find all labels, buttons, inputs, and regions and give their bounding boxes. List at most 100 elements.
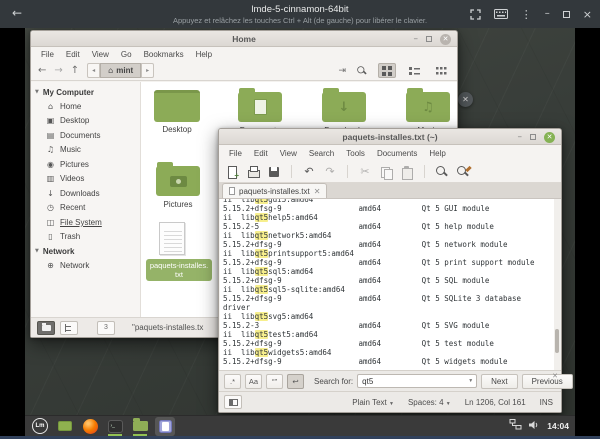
sidebar-item-videos[interactable]: ▥Videos <box>31 172 140 187</box>
menu-view[interactable]: View <box>274 147 303 160</box>
back-arrow-icon[interactable]: ← <box>12 6 22 20</box>
sidebar-item-home[interactable]: ⌂Home <box>31 99 140 114</box>
next-button[interactable]: Next <box>481 374 517 389</box>
menu-view[interactable]: View <box>86 48 115 61</box>
zoom-level-button[interactable]: 3 <box>97 321 115 335</box>
fullscreen-icon[interactable] <box>470 9 481 20</box>
sidebar-item-network[interactable]: ⊕Network <box>31 258 140 273</box>
editor-text-area[interactable]: ii libqt5gui5:amd645.15.2+dfsg-9 amd64 Q… <box>220 199 560 370</box>
desktop-folder-icon[interactable] <box>154 90 200 122</box>
find-replace-icon[interactable] <box>456 165 470 179</box>
search-bar-close-icon[interactable]: ✕ <box>552 372 558 380</box>
cut-icon[interactable]: ✂ <box>358 165 372 179</box>
volume-tray-icon[interactable] <box>529 417 540 435</box>
vm-minimize-button[interactable]: – <box>545 9 550 19</box>
search-input[interactable] <box>357 374 477 388</box>
back-button[interactable]: ← <box>38 65 46 76</box>
minimize-button[interactable]: – <box>518 135 523 139</box>
view-list-button[interactable] <box>405 63 423 78</box>
menu-search[interactable]: Search <box>303 147 340 160</box>
tab-paquets-installes[interactable]: paquets-installes.txt ✕ <box>222 183 327 198</box>
view-compact-button[interactable] <box>432 63 450 78</box>
previous-button[interactable]: Previous <box>522 374 573 389</box>
sidebar-item-recent[interactable]: ◷Recent <box>31 201 140 216</box>
menu-kebab-icon[interactable]: ⋮ <box>521 9 532 20</box>
file-manager-titlebar[interactable]: Home – ✕ <box>31 31 457 47</box>
text-editor-window-button[interactable] <box>155 417 175 436</box>
mint-menu-button[interactable]: Lm <box>30 417 50 436</box>
match-case-button[interactable]: Aa <box>245 374 262 389</box>
show-desktop-button[interactable] <box>55 417 75 436</box>
wrap-around-button[interactable]: ↩ <box>287 374 304 389</box>
vm-close-button[interactable]: × <box>583 9 592 20</box>
scrollbar-thumb[interactable] <box>555 329 559 353</box>
whole-word-button[interactable]: “” <box>266 374 283 389</box>
redo-icon[interactable]: ↷ <box>323 165 337 179</box>
sidebar-item-file-system[interactable]: ◫File System <box>31 215 140 230</box>
menu-go[interactable]: Go <box>115 48 138 61</box>
terminal-window-button[interactable]: ›_ <box>105 417 125 436</box>
language-selector[interactable]: Plain Text ▼ <box>352 398 394 407</box>
music-folder-icon[interactable]: ♫ <box>406 92 450 122</box>
menu-bookmarks[interactable]: Bookmarks <box>138 48 190 61</box>
downloads-folder-icon[interactable]: ↓ <box>322 92 366 122</box>
panel-clock[interactable]: 14:04 <box>547 421 569 431</box>
menu-edit[interactable]: Edit <box>248 147 274 160</box>
firefox-launcher[interactable] <box>80 417 100 436</box>
sidebar-item-trash[interactable]: ▯Trash <box>31 230 140 245</box>
forward-button[interactable]: → <box>54 65 62 76</box>
menu-file[interactable]: File <box>35 48 60 61</box>
save-icon[interactable] <box>267 165 281 179</box>
sidebar-section-my-computer[interactable]: ▼My Computer <box>31 85 140 99</box>
breadcrumb-home[interactable]: ⌂ mint <box>100 63 141 78</box>
files-window-button[interactable] <box>130 417 150 436</box>
breadcrumb-left-icon[interactable]: ◂ <box>87 63 100 78</box>
toggle-places-button[interactable] <box>37 321 55 335</box>
menu-documents[interactable]: Documents <box>371 147 423 160</box>
keyboard-icon[interactable] <box>494 9 508 19</box>
sidebar-item-desktop[interactable]: ▣Desktop <box>31 114 140 129</box>
tab-close-icon[interactable]: ✕ <box>314 187 321 196</box>
menu-edit[interactable]: Edit <box>60 48 86 61</box>
view-grid-button[interactable] <box>378 63 396 78</box>
vm-maximize-button[interactable] <box>563 11 570 18</box>
selected-file-icon[interactable] <box>159 222 185 255</box>
location-entry-toggle-icon[interactable]: ⇥ <box>338 66 346 76</box>
sidebar-item-pictures[interactable]: ◉Pictures <box>31 157 140 172</box>
sidebar-section-network[interactable]: ▼Network <box>31 244 140 258</box>
search-icon[interactable] <box>356 65 367 76</box>
search-history-dropdown-icon[interactable]: ▼ <box>468 378 473 384</box>
menu-tools[interactable]: Tools <box>340 147 371 160</box>
side-pane-toggle-button[interactable] <box>224 395 242 409</box>
menu-help[interactable]: Help <box>190 48 218 61</box>
regex-toggle-button[interactable]: .* <box>224 374 241 389</box>
new-document-icon[interactable] <box>225 165 239 179</box>
editor-scrollbar[interactable] <box>554 199 560 370</box>
network-tray-icon[interactable] <box>509 417 522 435</box>
maximize-button[interactable] <box>426 36 432 42</box>
selected-file-label[interactable]: paquets-installes.txt <box>146 259 212 281</box>
close-button[interactable]: ✕ <box>544 132 555 143</box>
menu-file[interactable]: File <box>223 147 248 160</box>
download-arrow-glyph: ↓ <box>322 92 366 122</box>
menu-help[interactable]: Help <box>423 147 451 160</box>
pictures-folder-icon[interactable] <box>156 166 200 196</box>
open-file-icon[interactable] <box>246 165 260 179</box>
tab-width-selector[interactable]: Spaces: 4 ▼ <box>408 398 451 407</box>
up-button[interactable]: ↑ <box>71 65 79 76</box>
paste-icon[interactable] <box>400 165 414 179</box>
undo-icon[interactable]: ↶ <box>302 165 316 179</box>
sidebar-item-music[interactable]: ♫Music <box>31 143 140 158</box>
close-button[interactable]: ✕ <box>440 34 451 45</box>
find-icon[interactable] <box>435 165 449 179</box>
documents-folder-icon[interactable] <box>238 92 282 122</box>
editor-titlebar[interactable]: paquets-installes.txt (~) – ✕ <box>219 129 561 145</box>
sidebar-item-documents[interactable]: ▤Documents <box>31 128 140 143</box>
breadcrumb-right-icon[interactable]: ▸ <box>141 63 154 78</box>
notification-close-icon[interactable]: ✕ <box>458 92 473 107</box>
toggle-treeview-button[interactable] <box>60 321 78 335</box>
sidebar-item-downloads[interactable]: ↓Downloads <box>31 186 140 201</box>
copy-icon[interactable] <box>379 165 393 179</box>
minimize-button[interactable]: – <box>414 37 419 41</box>
maximize-button[interactable] <box>530 134 536 140</box>
